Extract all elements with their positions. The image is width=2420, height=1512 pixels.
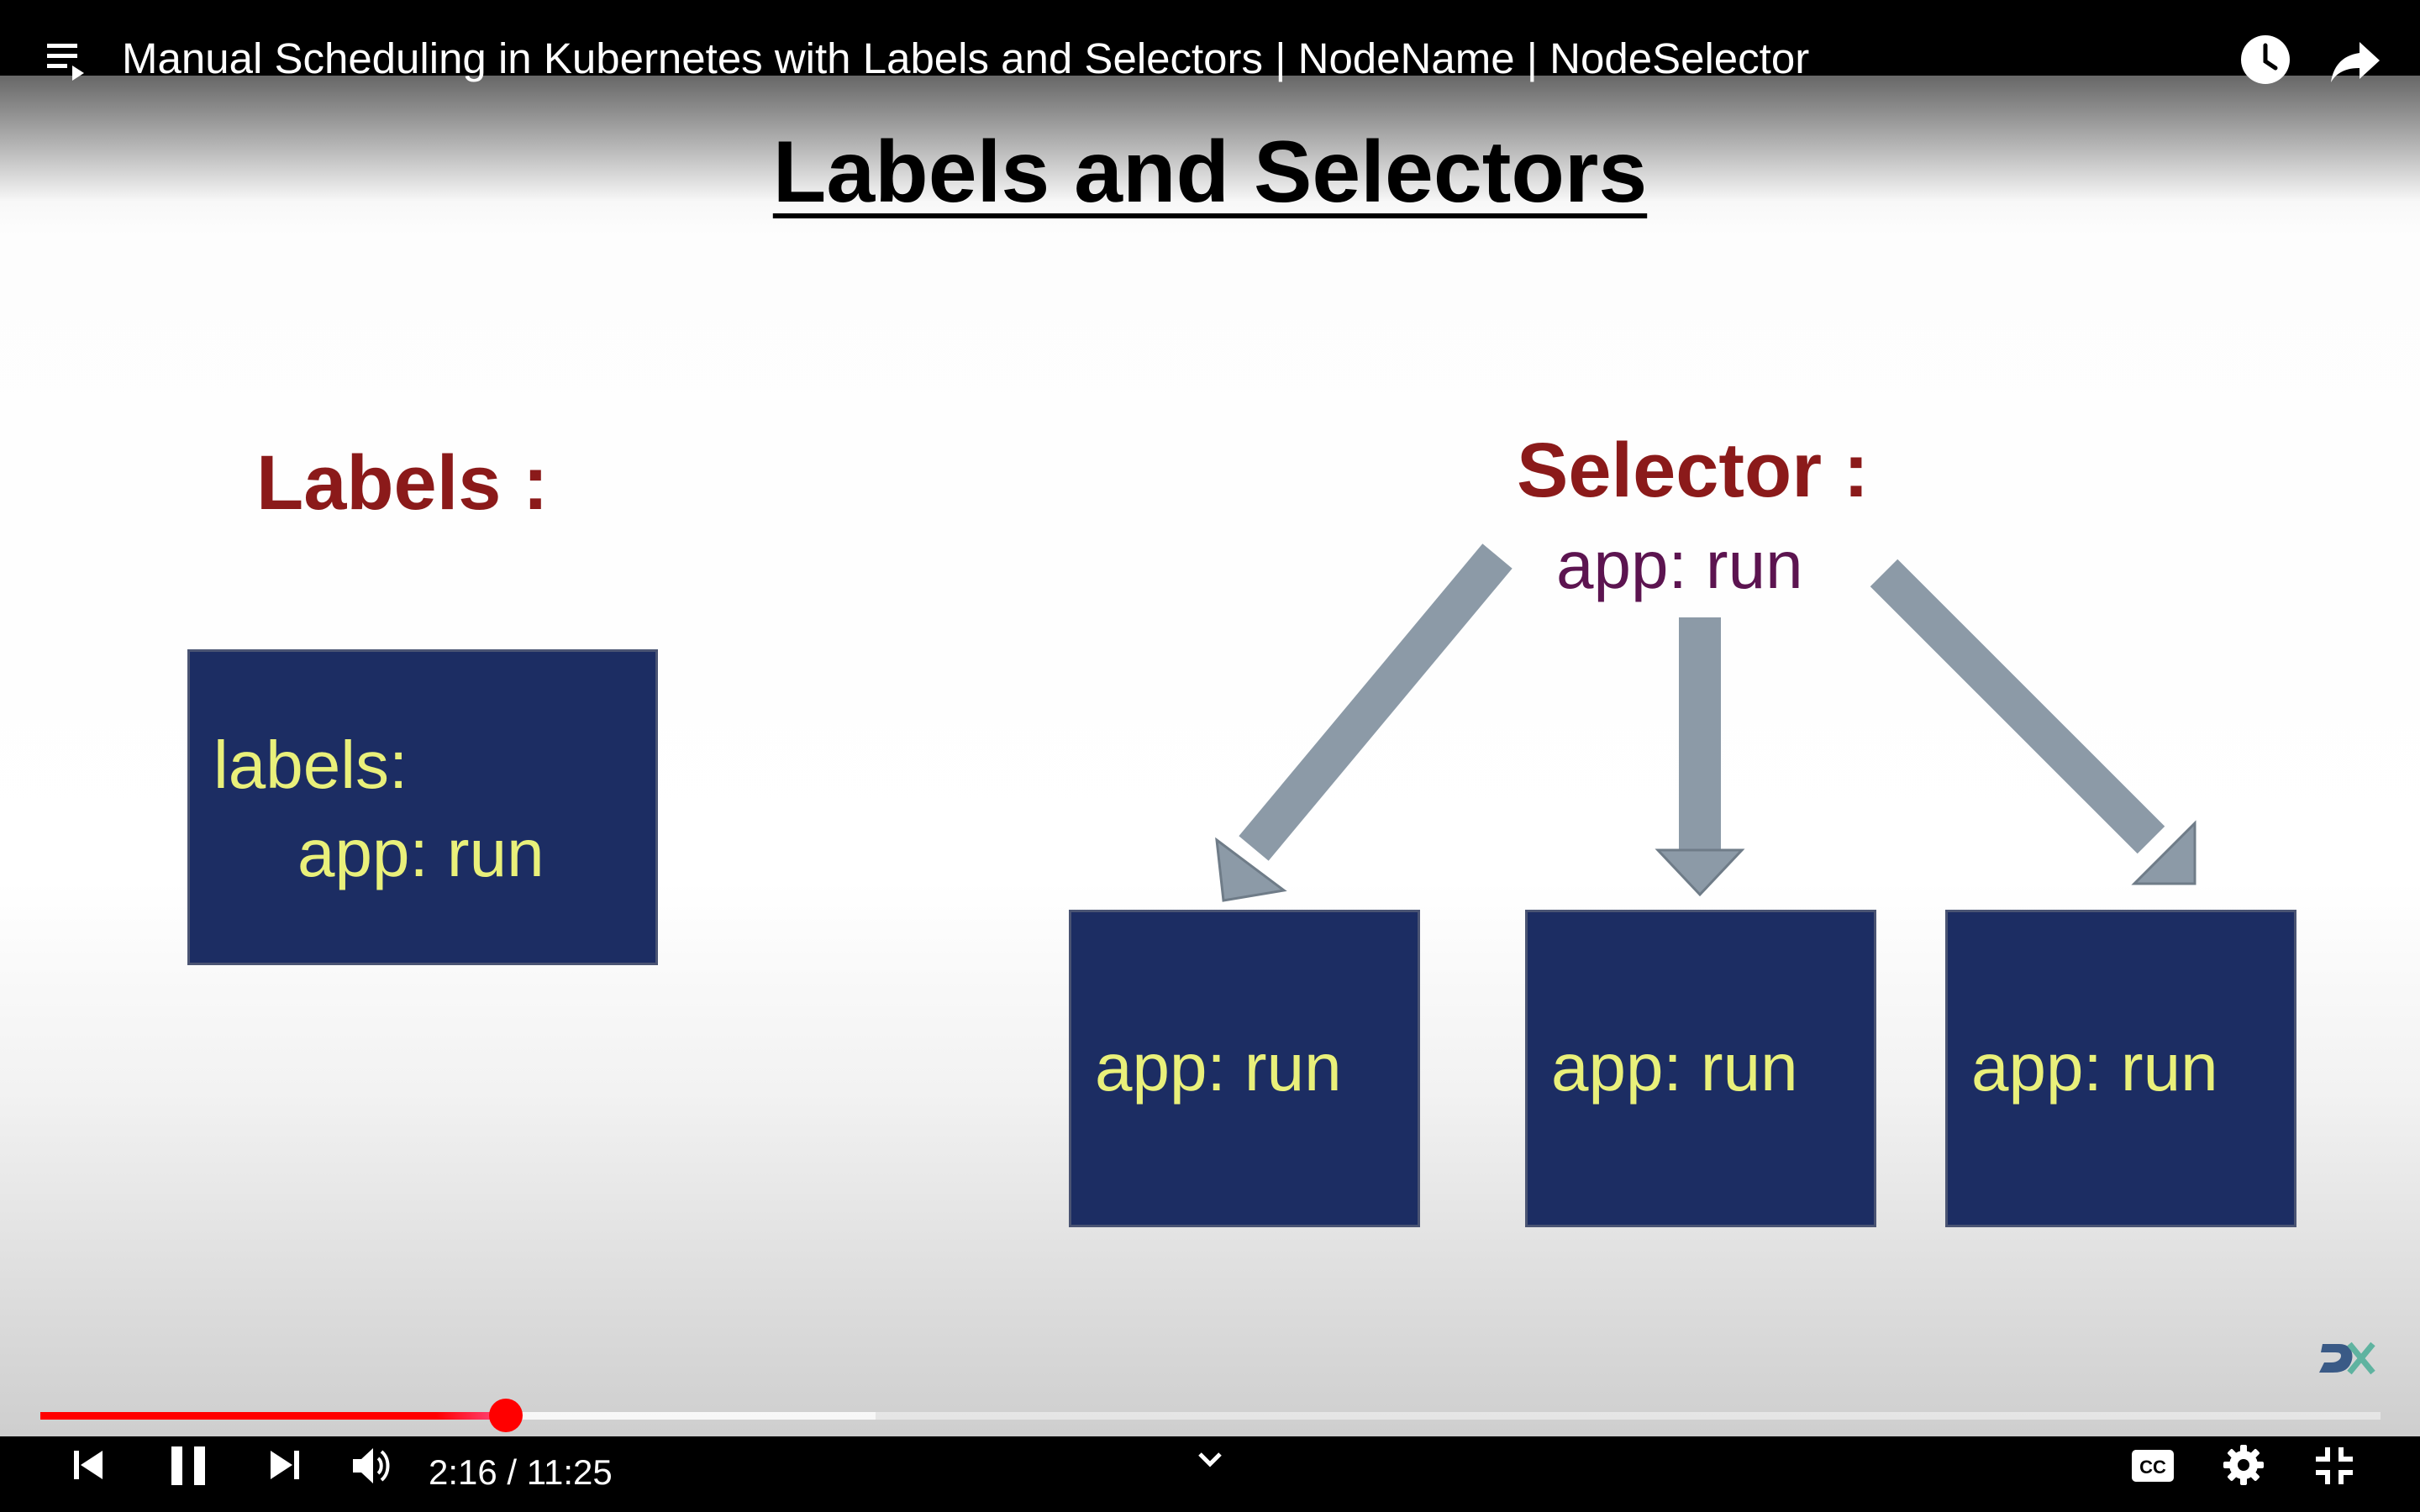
label-box-key: labels: [213, 727, 408, 802]
selector-value: app: run [1556, 528, 1803, 602]
chevron-down-icon[interactable] [1193, 1446, 1227, 1472]
video-player[interactable]: Manual Scheduling in Kubernetes with Lab… [0, 0, 2420, 1512]
pod-label: app: run [1551, 1030, 1798, 1105]
arrow-middle-shaft [1679, 617, 1721, 853]
captions-icon[interactable]: CC [2130, 1446, 2175, 1485]
label-box-value: app: run [297, 816, 544, 890]
scrubber-handle[interactable] [489, 1399, 523, 1432]
arrow-left-head [1215, 837, 1287, 902]
next-icon[interactable] [267, 1447, 302, 1483]
label-box: labels: app: run [187, 649, 658, 965]
svg-text:CC: CC [2139, 1457, 2166, 1478]
arrow-right-head [2131, 820, 2196, 885]
slide-title: Labels and Selectors [772, 123, 1648, 221]
played-bar [40, 1412, 507, 1420]
gear-icon[interactable] [2222, 1443, 2265, 1487]
playlist-icon[interactable] [44, 39, 87, 82]
time-display: 2:16 / 11:25 [429, 1452, 613, 1492]
arrow-middle-head [1655, 848, 1745, 897]
pod-label: app: run [1095, 1030, 1342, 1105]
share-arrow-icon[interactable] [2329, 35, 2381, 87]
channel-logo-icon [2319, 1341, 2375, 1375]
pod-box: app: run [1945, 910, 2296, 1227]
previous-icon[interactable] [71, 1447, 106, 1483]
pod-box: app: run [1525, 910, 1876, 1227]
progress-bar[interactable] [40, 1399, 2381, 1432]
pause-icon[interactable] [168, 1445, 208, 1487]
arrow-right-shaft [1870, 559, 2165, 854]
pod-label: app: run [1971, 1030, 2218, 1105]
pod-box: app: run [1069, 910, 1420, 1227]
clock-icon[interactable] [2239, 34, 2291, 86]
labels-heading: Labels : [256, 440, 549, 526]
volume-icon[interactable] [351, 1445, 395, 1487]
exit-fullscreen-icon[interactable] [2314, 1446, 2354, 1486]
video-title[interactable]: Manual Scheduling in Kubernetes with Lab… [122, 32, 1809, 86]
selector-heading: Selector : [1517, 428, 1870, 513]
arrow-left-shaft [1239, 543, 1512, 861]
